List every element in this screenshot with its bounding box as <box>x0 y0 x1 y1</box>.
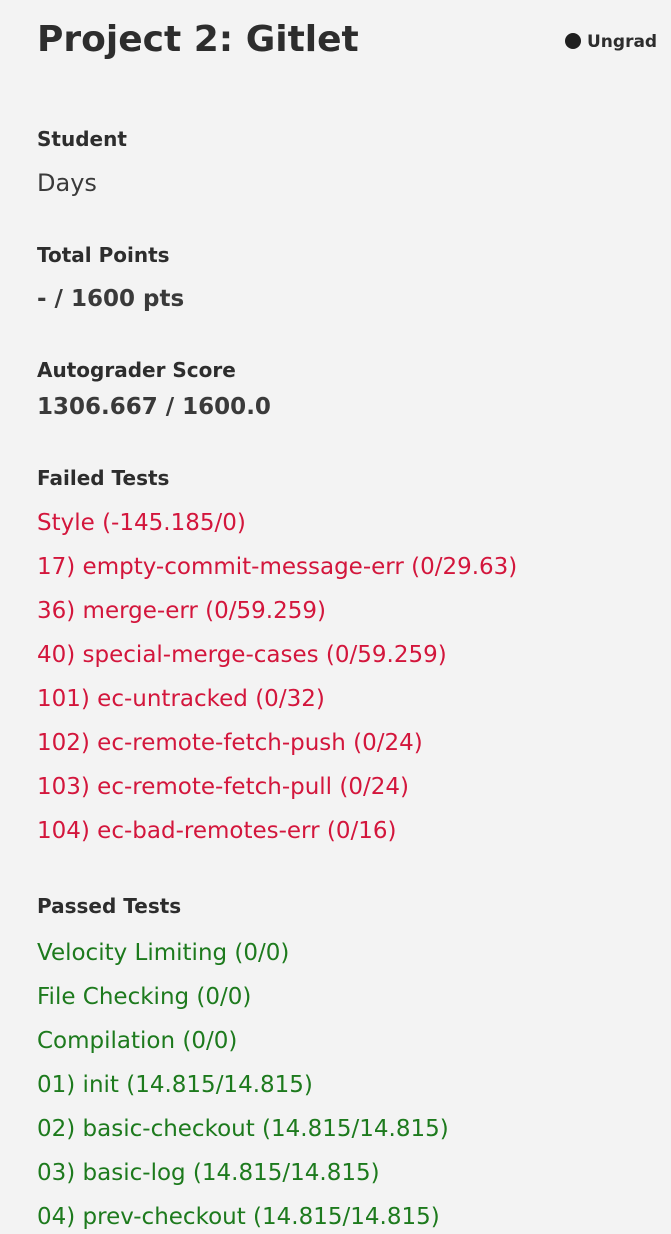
passed-test-link[interactable]: 03) basic-log (14.815/14.815) <box>37 1157 449 1201</box>
failed-test-link[interactable]: 102) ec-remote-fetch-push (0/24) <box>37 727 517 771</box>
total-points-label: Total Points <box>37 243 170 267</box>
failed-test-link[interactable]: 17) empty-commit-message-err (0/29.63) <box>37 551 517 595</box>
autograder-score-value: 1306.667 / 1600.0 <box>37 394 271 420</box>
passed-test-link[interactable]: File Checking (0/0) <box>37 981 449 1025</box>
status-dot-icon <box>565 33 581 49</box>
failed-tests-list: Style (-145.185/0) 17) empty-commit-mess… <box>37 507 517 859</box>
page-header: Project 2: Gitlet Ungrad <box>37 14 671 66</box>
passed-test-link[interactable]: Velocity Limiting (0/0) <box>37 937 449 981</box>
grading-status-label: Ungrad <box>587 32 658 52</box>
failed-test-link[interactable]: 36) merge-err (0/59.259) <box>37 595 517 639</box>
failed-test-link[interactable]: 101) ec-untracked (0/32) <box>37 683 517 727</box>
failed-test-link[interactable]: 104) ec-bad-remotes-err (0/16) <box>37 815 517 859</box>
grading-status: Ungrad <box>565 32 657 52</box>
failed-tests-label: Failed Tests <box>37 466 170 490</box>
student-name: Days <box>37 169 97 197</box>
failed-test-link[interactable]: Style (-145.185/0) <box>37 507 517 551</box>
passed-test-link[interactable]: 02) basic-checkout (14.815/14.815) <box>37 1113 449 1157</box>
passed-test-link[interactable]: 04) prev-checkout (14.815/14.815) <box>37 1201 449 1234</box>
passed-tests-label: Passed Tests <box>37 894 182 918</box>
total-points-value: - / 1600 pts <box>37 286 185 312</box>
passed-tests-list: Velocity Limiting (0/0) File Checking (0… <box>37 937 449 1234</box>
page: Project 2: Gitlet Ungrad Student Days To… <box>0 0 671 1234</box>
failed-test-link[interactable]: 40) special-merge-cases (0/59.259) <box>37 639 517 683</box>
failed-test-link[interactable]: 103) ec-remote-fetch-pull (0/24) <box>37 771 517 815</box>
page-title: Project 2: Gitlet <box>37 19 359 60</box>
student-label: Student <box>37 127 127 151</box>
passed-test-link[interactable]: Compilation (0/0) <box>37 1025 449 1069</box>
autograder-score-label: Autograder Score <box>37 358 236 382</box>
passed-test-link[interactable]: 01) init (14.815/14.815) <box>37 1069 449 1113</box>
